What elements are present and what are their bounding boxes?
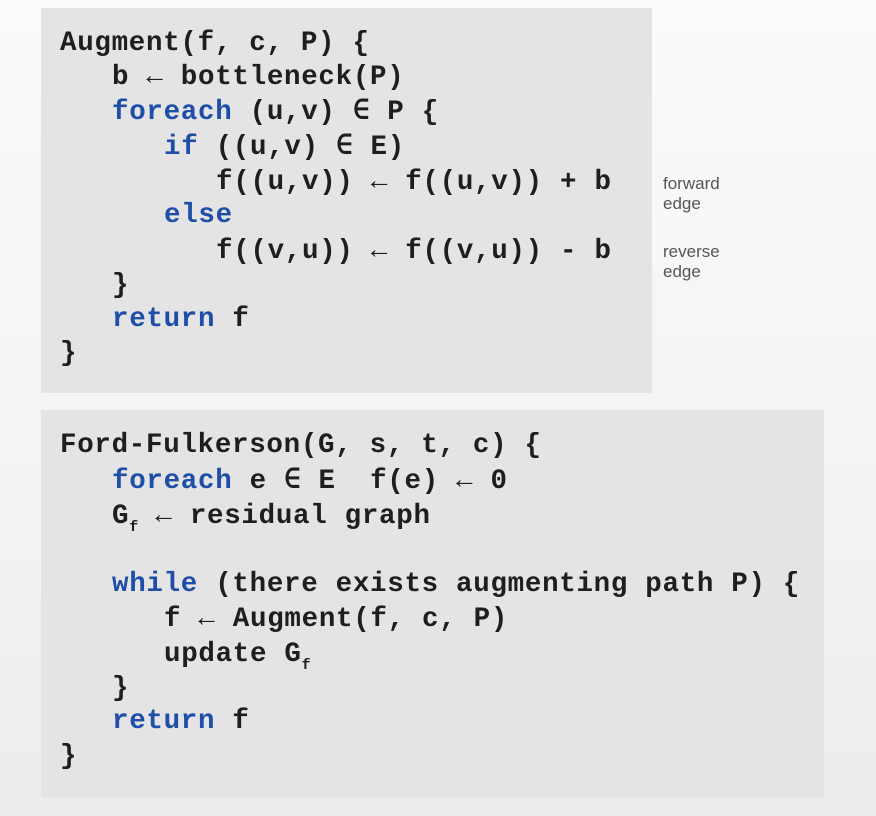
code-keyword: foreach — [112, 466, 233, 497]
code-line: f ← Augment(f, c, P) — [164, 603, 508, 637]
code-line: Ford-Fulkerson(G, s, t, c) { — [60, 429, 542, 463]
code-line: f((u,v)) ← f((u,v)) + b — [216, 166, 612, 200]
code-line: } — [60, 337, 77, 371]
code-keyword: return — [112, 304, 216, 335]
code-keyword: return — [112, 706, 216, 737]
code-text: f — [215, 706, 250, 737]
code-text: f ← Augment(f, c, P) — [164, 604, 509, 635]
code-line: Augment(f, c, P) { — [60, 27, 370, 61]
code-subscript: f — [129, 519, 139, 536]
code-text: b ← bottleneck(P) — [112, 62, 405, 93]
code-text: f((u,v)) ← f((u,v)) + b — [216, 167, 612, 198]
code-text: } — [60, 741, 78, 772]
code-line: update Gf — [164, 638, 311, 674]
code-line: } — [112, 269, 129, 303]
code-line: foreach e ∈ E f(e) ← 0 — [112, 465, 508, 499]
code-text: (u,v) ∈ P { — [232, 97, 439, 128]
ford-fulkerson-code-block: Ford-Fulkerson(G, s, t, c) { foreach e ∈ … — [41, 410, 824, 797]
code-text: ← residual graph — [138, 501, 431, 532]
code-text: update G — [164, 639, 302, 670]
code-line: b ← bottleneck(P) — [112, 61, 404, 95]
code-line: f((v,u)) ← f((v,u)) - b — [216, 235, 612, 269]
code-line: } — [112, 672, 129, 706]
code-line: } — [60, 740, 77, 774]
code-line: return f — [112, 705, 250, 739]
code-subscript: f — [301, 657, 311, 674]
code-text: } — [60, 338, 78, 369]
code-text: f — [215, 304, 250, 335]
code-keyword: foreach — [112, 97, 233, 128]
code-text: Ford-Fulkerson(G, s, t, c) { — [60, 430, 542, 461]
code-keyword: if — [164, 132, 199, 163]
code-text: G — [112, 501, 130, 532]
code-keyword: else — [164, 200, 233, 231]
code-text: f((v,u)) ← f((v,u)) - b — [216, 236, 612, 267]
code-text: ((u,v) ∈ E) — [198, 132, 405, 163]
code-line: if ((u,v) ∈ E) — [164, 131, 405, 165]
code-line: Gf ← residual graph — [112, 500, 431, 536]
code-text: (there exists augmenting path P) { — [198, 569, 801, 600]
code-line: foreach (u,v) ∈ P { — [112, 96, 439, 130]
forward-edge-comment: forward edge — [663, 174, 720, 213]
code-line: while (there exists augmenting path P) { — [112, 568, 800, 602]
code-line: return f — [112, 303, 250, 337]
code-text: } — [112, 673, 130, 704]
reverse-edge-comment: reverse edge — [663, 242, 720, 281]
augment-code-block: forward edge reverse edge Augment(f, c, … — [41, 8, 720, 393]
code-text: } — [112, 270, 130, 301]
code-text: Augment(f, c, P) { — [60, 28, 370, 59]
code-text: e ∈ E f(e) ← 0 — [232, 466, 508, 497]
code-line: else — [164, 199, 233, 233]
code-keyword: while — [112, 569, 199, 600]
